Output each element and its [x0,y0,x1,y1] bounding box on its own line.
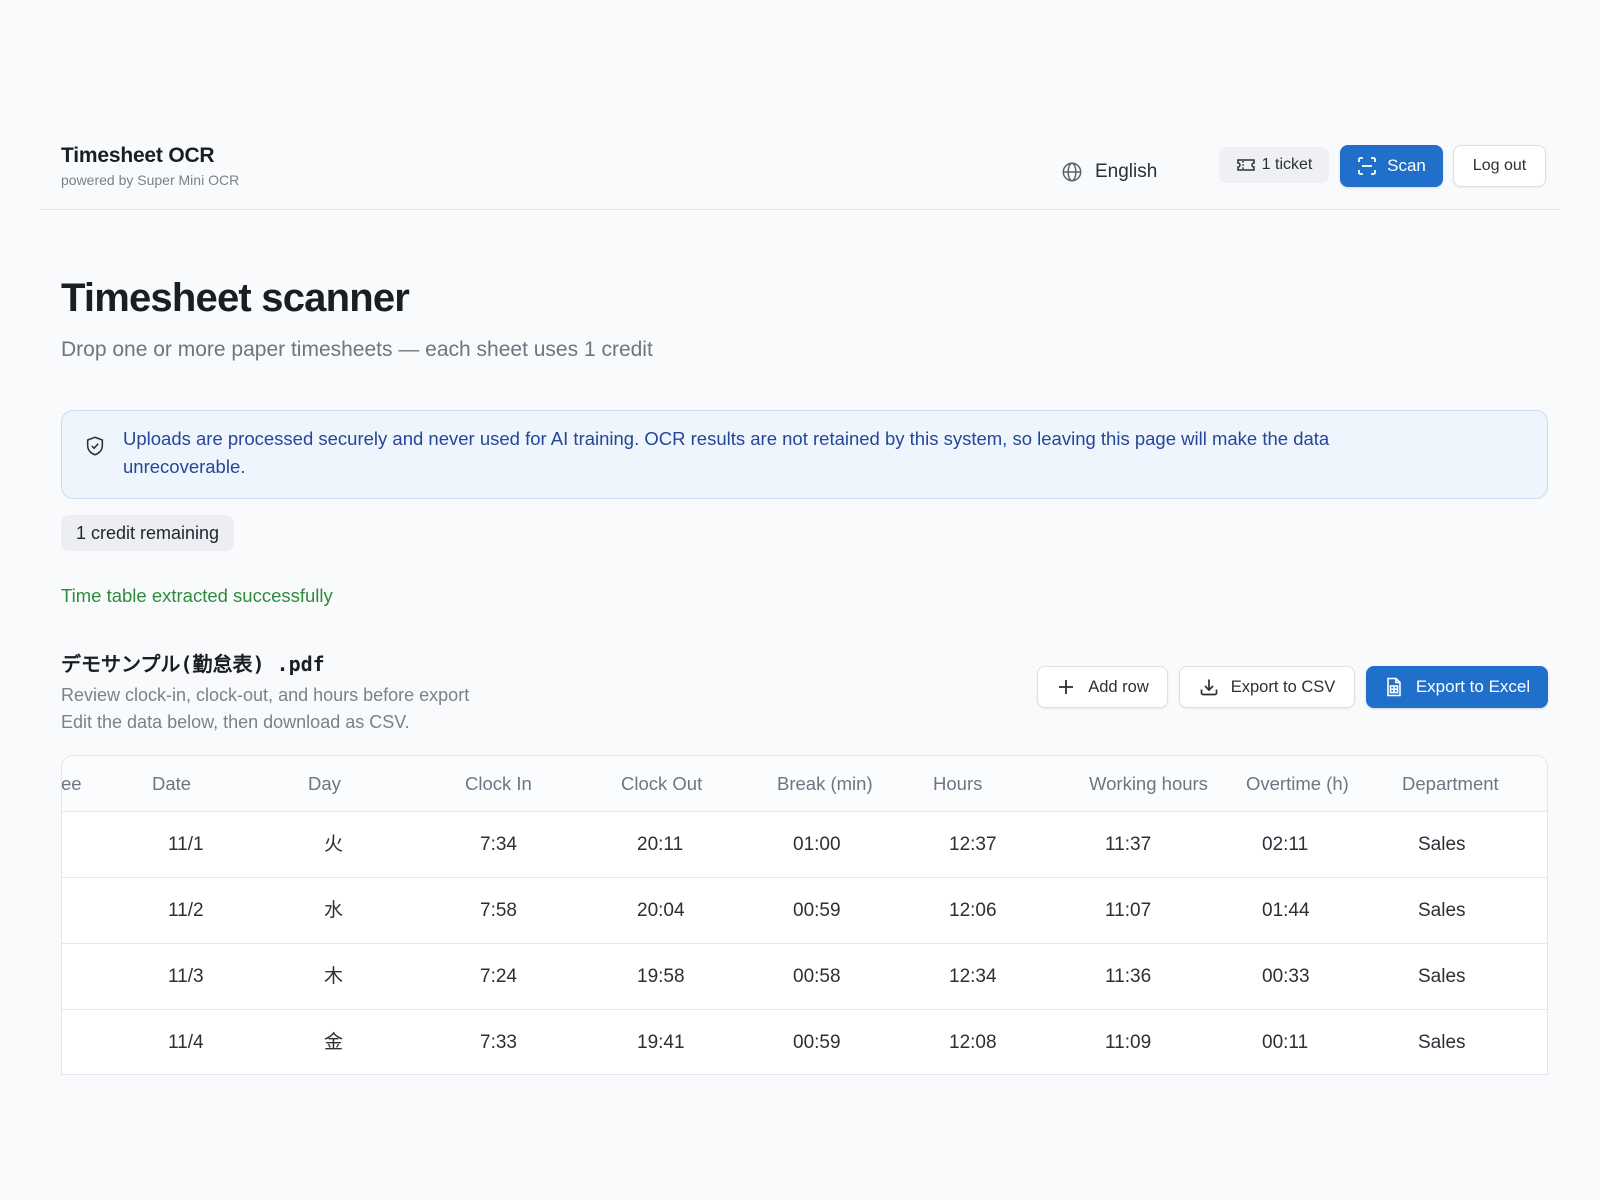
page-title: Timesheet scanner [61,276,410,320]
column-header[interactable]: Clock Out [621,756,702,812]
cell-clock-in[interactable]: 7:24 [480,944,517,1010]
cell-department[interactable]: Sales [1418,878,1466,944]
cell-clock-out[interactable]: 19:41 [637,1010,685,1074]
cell-overtime[interactable]: 02:11 [1262,812,1308,878]
add-row-button[interactable]: Add row [1037,666,1168,708]
cell-overtime[interactable]: 00:33 [1262,944,1310,1010]
export-csv-button[interactable]: Export to CSV [1179,666,1355,708]
notice-text: Uploads are processed securely and never… [123,428,1330,477]
cell-break[interactable]: 00:59 [793,1010,841,1074]
cell-department[interactable]: Sales [1418,1010,1466,1074]
cell-break[interactable]: 01:00 [793,812,841,878]
download-icon [1200,679,1218,696]
cell-hours[interactable]: 12:34 [949,944,997,1010]
column-header[interactable]: Clock In [465,756,532,812]
cell-working-hours[interactable]: 11:07 [1105,878,1151,944]
cell-clock-in[interactable]: 7:58 [480,878,517,944]
file-description: Review clock-in, clock-out, and hours be… [61,682,469,736]
cell-clock-out[interactable]: 20:04 [637,878,685,944]
export-excel-button[interactable]: Export to Excel [1366,666,1548,708]
cell-date[interactable]: 11/4 [168,1010,204,1074]
ticket-icon [1236,159,1255,171]
app-title: Timesheet OCR [61,144,215,167]
cell-clock-in[interactable]: 7:33 [480,1010,517,1074]
app-subtitle: powered by Super Mini OCR [61,172,240,188]
table-row: 11/3 木 7:24 19:58 00:58 12:34 11:36 00:3… [62,944,1547,1010]
file-name: デモサンプル(勤怠表) .pdf [61,652,325,676]
scan-button[interactable]: Scan [1340,145,1443,187]
cell-date[interactable]: 11/3 [168,944,204,1010]
table-header: ee Date Day Clock In Clock Out Break (mi… [62,756,1547,812]
shield-check-icon [86,436,104,456]
brand: Timesheet OCR powered by Super Mini OCR [61,144,239,188]
privacy-notice: Uploads are processed securely and never… [61,410,1548,499]
cell-department[interactable]: Sales [1418,812,1466,878]
cell-overtime[interactable]: 00:11 [1262,1010,1308,1074]
cell-clock-in[interactable]: 7:34 [480,812,517,878]
plus-icon [1059,680,1074,694]
page-subtitle: Drop one or more paper timesheets — each… [61,338,653,361]
credits-badge: 1 credit remaining [61,515,235,551]
column-header[interactable]: Day [308,756,341,812]
cell-date[interactable]: 11/2 [168,878,204,944]
export-excel-label: Export to Excel [1415,677,1531,696]
cell-hours[interactable]: 12:06 [949,878,997,944]
table-row: 11/1 火 7:34 20:11 01:00 12:37 11:37 02:1… [62,812,1547,878]
cell-working-hours[interactable]: 11:37 [1105,812,1151,878]
ticket-badge: 1 ticket [1219,147,1329,183]
cell-day[interactable]: 火 [324,812,343,878]
globe-icon [1062,162,1082,182]
column-header[interactable]: Working hours [1089,756,1208,812]
language-label: English [1095,161,1158,182]
cell-hours[interactable]: 12:08 [949,1010,997,1074]
page: Timesheet OCR powered by Super Mini OCR … [0,0,1600,1200]
cell-day[interactable]: 水 [324,878,343,944]
column-header[interactable]: Overtime (h) [1246,756,1349,812]
column-header[interactable]: Date [152,756,191,812]
app-header: Timesheet OCR powered by Super Mini OCR … [40,130,1560,210]
spreadsheet-file-icon [1387,677,1401,697]
cell-break[interactable]: 00:58 [793,944,841,1010]
cell-day[interactable]: 木 [324,944,343,1010]
cell-department[interactable]: Sales [1418,944,1466,1010]
cell-clock-out[interactable]: 20:11 [637,812,683,878]
table-row: 11/4 金 7:33 19:41 00:59 12:08 11:09 00:1… [62,1010,1547,1074]
cell-break[interactable]: 00:59 [793,878,841,944]
cell-working-hours[interactable]: 11:09 [1105,1010,1151,1074]
table-row: 11/2 水 7:58 20:04 00:59 12:06 11:07 01:4… [62,878,1547,944]
file-desc-line1: Review clock-in, clock-out, and hours be… [61,685,470,705]
column-header[interactable]: Department [1402,756,1499,812]
cell-hours[interactable]: 12:37 [949,812,997,878]
status-message: Time table extracted successfully [61,585,333,606]
cell-working-hours[interactable]: 11:36 [1105,944,1151,1010]
cell-overtime[interactable]: 01:44 [1262,878,1310,944]
timesheet-table[interactable]: ee Date Day Clock In Clock Out Break (mi… [61,755,1548,1075]
ticket-count: 1 ticket [1261,156,1313,173]
scan-icon [1358,157,1377,175]
file-desc-line2: Edit the data below, then download as CS… [61,712,410,732]
logout-button[interactable]: Log out [1453,145,1546,187]
export-csv-label: Export to CSV [1230,677,1336,696]
add-row-label: Add row [1088,677,1149,696]
column-header[interactable]: ee [62,756,82,812]
cell-date[interactable]: 11/1 [168,812,204,878]
column-header[interactable]: Hours [933,756,982,812]
cell-clock-out[interactable]: 19:58 [637,944,685,1010]
scan-label: Scan [1387,156,1426,175]
column-header[interactable]: Break (min) [777,756,873,812]
cell-day[interactable]: 金 [324,1010,343,1074]
